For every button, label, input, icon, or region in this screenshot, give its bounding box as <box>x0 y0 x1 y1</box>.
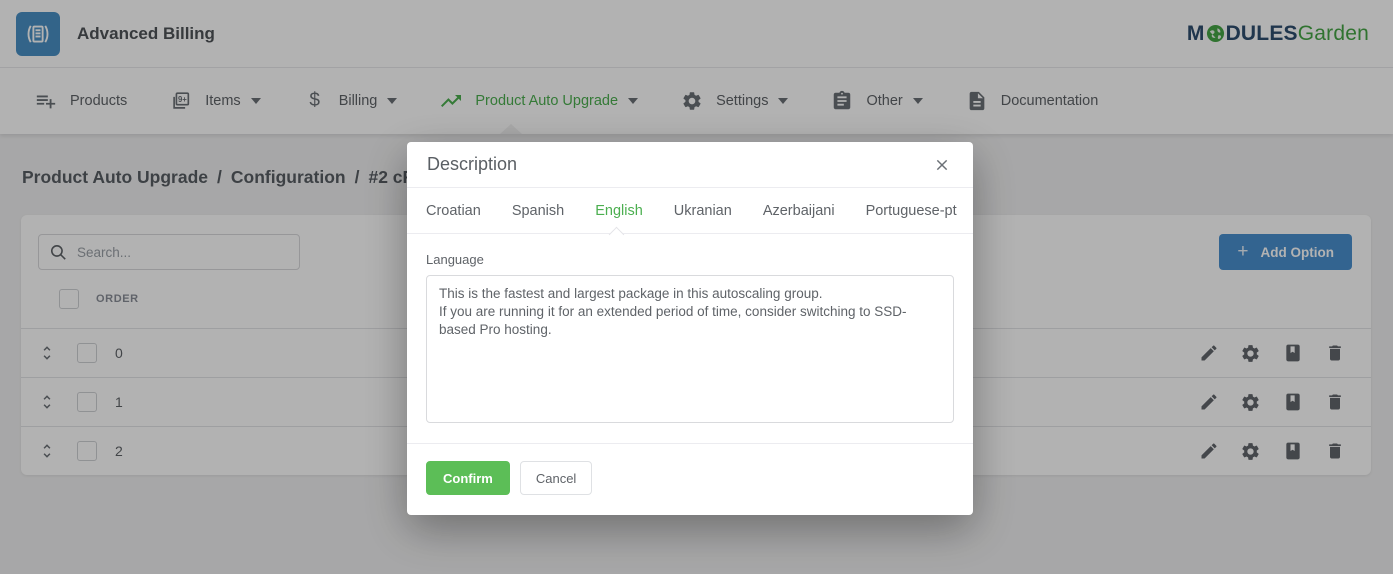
language-field-label: Language <box>426 252 954 267</box>
close-icon[interactable] <box>931 154 953 176</box>
tab-english[interactable]: English <box>595 203 643 219</box>
tab-portuguese-pt[interactable]: Portuguese-pt <box>866 203 957 219</box>
tab-azerbaijani[interactable]: Azerbaijani <box>763 203 835 219</box>
tab-spanish[interactable]: Spanish <box>512 203 564 219</box>
modal-title: Description <box>427 154 517 175</box>
language-tabs: Croatian Spanish English Ukranian Azerba… <box>407 188 973 234</box>
modal-header: Description <box>407 142 973 188</box>
description-modal: Description Croatian Spanish English Ukr… <box>407 142 973 515</box>
modal-body: Language This is the fastest and largest… <box>407 234 973 443</box>
description-textarea[interactable]: This is the fastest and largest package … <box>426 275 954 423</box>
tab-ukranian[interactable]: Ukranian <box>674 203 732 219</box>
cancel-button[interactable]: Cancel <box>520 461 592 495</box>
tab-croatian[interactable]: Croatian <box>426 203 481 219</box>
modal-footer: Confirm Cancel <box>407 443 973 515</box>
confirm-button[interactable]: Confirm <box>426 461 510 495</box>
